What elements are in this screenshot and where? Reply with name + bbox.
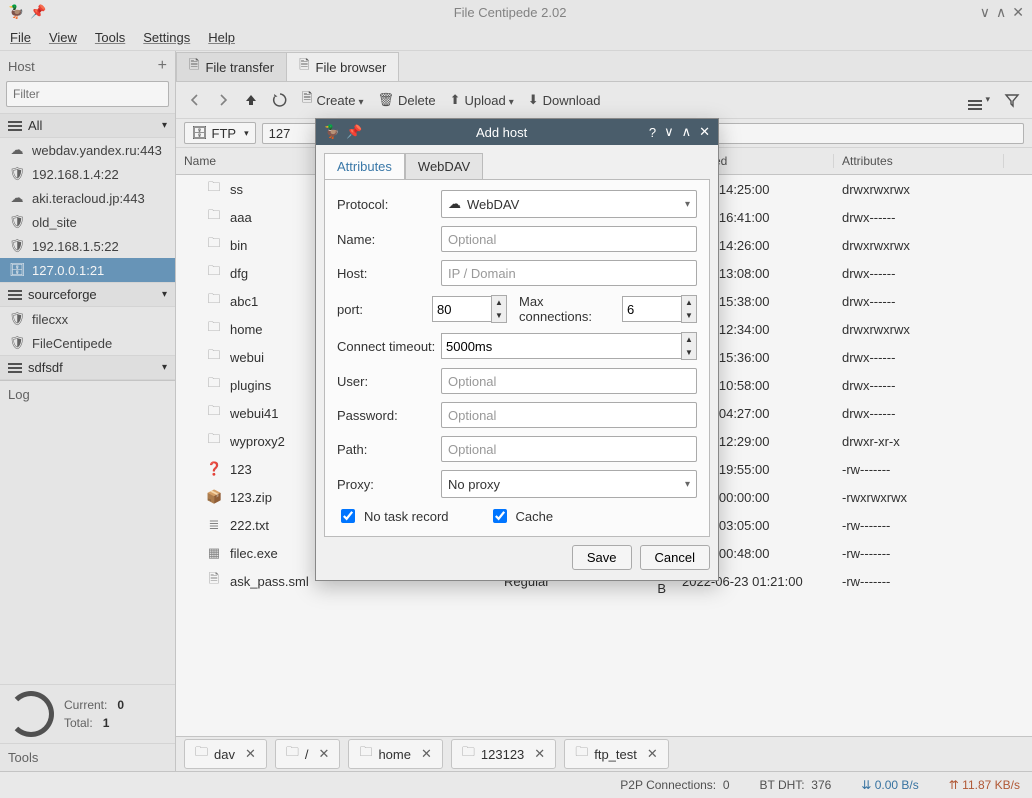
maxconn-label: Max connections: [519, 294, 614, 324]
user-field[interactable] [441, 368, 697, 394]
port-stepper[interactable]: ▲▼ [491, 295, 507, 323]
add-host-dialog: 🦆 📌 Add host ? ∨ ∧ ✕ Attributes WebDAV P… [315, 118, 719, 581]
dialog-tab-attributes[interactable]: Attributes [324, 153, 405, 179]
dialog-close-icon[interactable]: ✕ [699, 124, 710, 140]
protocol-label: Protocol: [337, 197, 441, 212]
dialog-title: Add host [362, 125, 640, 140]
help-icon[interactable]: ? [649, 125, 656, 140]
proxy-label: Proxy: [337, 477, 441, 492]
name-label: Name: [337, 232, 441, 247]
path-field[interactable] [441, 436, 697, 462]
save-button[interactable]: Save [572, 545, 632, 570]
password-field[interactable] [441, 402, 697, 428]
path-label: Path: [337, 442, 441, 457]
proxy-select[interactable]: No proxy▾ [441, 470, 697, 498]
password-label: Password: [337, 408, 441, 423]
no-task-record-checkbox[interactable]: No task record [337, 506, 449, 526]
protocol-select-field[interactable]: ☁WebDAV▾ [441, 190, 697, 218]
timeout-stepper[interactable]: ▲▼ [681, 332, 697, 360]
cloud-icon: ☁ [448, 196, 461, 212]
cancel-button[interactable]: Cancel [640, 545, 710, 570]
maxconn-field[interactable] [622, 296, 681, 322]
port-label: port: [337, 302, 432, 317]
port-field[interactable] [432, 296, 491, 322]
dialog-tab-webdav[interactable]: WebDAV [405, 153, 483, 179]
maxconn-stepper[interactable]: ▲▼ [681, 295, 697, 323]
dialog-pin-icon[interactable]: 📌 [346, 124, 362, 140]
timeout-field[interactable] [441, 333, 681, 359]
name-field[interactable] [441, 226, 697, 252]
host-label: Host: [337, 266, 441, 281]
collapse-icon[interactable]: ∨ [664, 124, 674, 140]
timeout-label: Connect timeout: [337, 339, 441, 354]
user-label: User: [337, 374, 441, 389]
host-field[interactable] [441, 260, 697, 286]
dialog-app-icon: 🦆 [324, 124, 340, 140]
expand-icon[interactable]: ∧ [682, 124, 692, 140]
cache-checkbox[interactable]: Cache [489, 506, 554, 526]
